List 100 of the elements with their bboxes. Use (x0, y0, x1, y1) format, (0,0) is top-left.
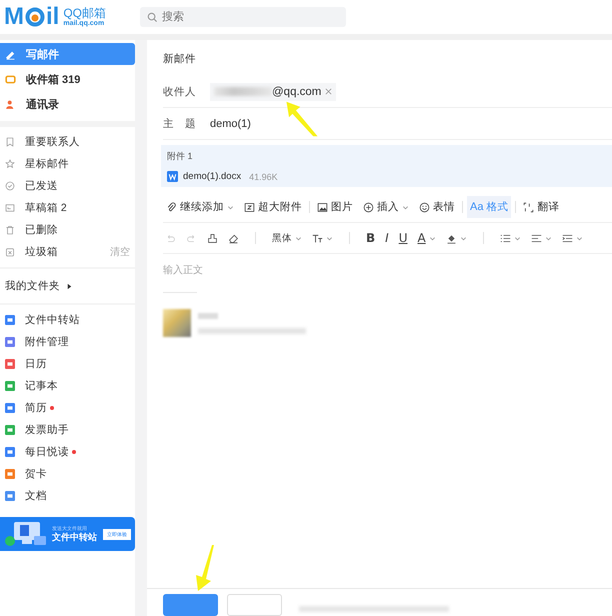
star-icon (5, 159, 15, 169)
toolbar-button[interactable]: 翻译 (520, 196, 562, 218)
unread-dot (72, 450, 76, 454)
caret-icon (460, 234, 467, 242)
redo-icon (186, 232, 197, 244)
undo-icon (165, 232, 176, 244)
attachment-size: 41.96K (249, 172, 278, 182)
app-item[interactable]: 每日悦读 (0, 441, 135, 463)
logo-name: QQ邮箱 (63, 7, 106, 20)
annotation-arrow (284, 100, 320, 138)
attachment-name[interactable]: demo(1).docx (183, 171, 242, 182)
search-icon (147, 12, 158, 23)
app-label: 日历 (25, 357, 47, 371)
font-size-icon (312, 232, 323, 244)
plus-circle-icon (363, 202, 374, 212)
paint-bucket-icon (446, 232, 457, 244)
folder-label: 已删除 (25, 223, 58, 237)
sidebar-item[interactable]: 通讯录 (0, 93, 135, 115)
app-label: 简历 (25, 401, 47, 415)
app-item[interactable]: 记事本 (0, 375, 135, 397)
caret-icon (295, 234, 302, 242)
search-field[interactable]: 搜索 (140, 7, 346, 27)
folder-label: 星标邮件 (25, 157, 69, 171)
stamp-icon (207, 232, 218, 244)
toolbar-button[interactable]: 表情 (416, 196, 458, 218)
caret-icon (402, 204, 409, 210)
font-dropdown[interactable]: 黑体 (270, 230, 304, 246)
bin-icon (5, 247, 15, 257)
folder-item[interactable]: 已删除 (0, 219, 135, 241)
inbox-icon (5, 74, 16, 84)
folder-item[interactable]: 垃圾箱 清空 (0, 241, 135, 263)
folder-item[interactable]: 已发送 (0, 175, 135, 197)
toolbar-button[interactable]: 插入 (360, 196, 412, 218)
recipient-label: 收件人 (163, 84, 196, 98)
caret-icon (326, 234, 333, 242)
caret-icon (544, 234, 552, 242)
list-icon (500, 232, 511, 244)
subject-field[interactable]: demo(1) (210, 118, 251, 130)
app-item[interactable]: 文档 (0, 485, 135, 507)
toolbar-button[interactable]: 图片 (314, 196, 356, 218)
smiley-icon (419, 202, 430, 212)
indent-icon (562, 232, 573, 244)
file-box-icon (244, 202, 255, 212)
logo-letter: M (4, 5, 24, 29)
caret-icon (227, 204, 234, 210)
bookmark-icon (5, 137, 15, 147)
caret-icon (576, 234, 583, 242)
folder-label: 草稿箱 2 (25, 201, 67, 215)
folder-label: 重要联系人 (25, 135, 80, 149)
annotation-arrow (194, 543, 216, 593)
draft-icon (5, 203, 15, 213)
check-circle-icon (5, 181, 15, 191)
logo-ring-icon (25, 7, 45, 27)
toolbar-button[interactable]: 超大附件 (241, 196, 305, 218)
blurred-avatar (163, 309, 191, 337)
toolbar-button[interactable]: 继续添加 (163, 196, 237, 218)
banner-title: 文件中转站 (52, 532, 97, 542)
app-item[interactable]: 简历 (0, 397, 135, 419)
folder-item[interactable]: 草稿箱 2 (0, 197, 135, 219)
app-label: 文档 (25, 489, 47, 503)
folder-item[interactable]: 重要联系人 (0, 131, 135, 153)
sidebar-item[interactable]: 收件箱 319 (0, 68, 135, 90)
app-item[interactable]: 附件管理 (0, 331, 135, 353)
caret-icon (428, 234, 436, 242)
app-item[interactable]: 发票助手 (0, 419, 135, 441)
italic-button[interactable]: I (383, 229, 391, 247)
word-document-icon (167, 171, 178, 182)
folder-label: 垃圾箱 (25, 245, 58, 259)
underline-button[interactable]: U (396, 229, 410, 247)
person-icon (5, 98, 16, 110)
app-label: 每日悦读 (25, 445, 69, 459)
recipient-chip[interactable]: @qq.com (210, 82, 336, 100)
align-icon (530, 232, 542, 244)
folder-label: 已发送 (25, 179, 58, 193)
app-item[interactable]: 日历 (0, 353, 135, 375)
app-label: 附件管理 (25, 335, 69, 349)
app-label: 发票助手 (25, 423, 69, 437)
blurred-text (214, 87, 272, 96)
app-label: 贺卡 (25, 467, 47, 481)
app-item[interactable]: 贺卡 (0, 463, 135, 485)
blurred-text (198, 312, 218, 318)
compose-title: 新邮件 (163, 52, 197, 67)
my-folders-toggle[interactable]: 我的文件夹 (0, 269, 135, 303)
bold-button[interactable]: B (364, 229, 378, 247)
font-color-button[interactable]: A (416, 229, 438, 247)
paperclip-icon (166, 202, 177, 212)
trash-icon (5, 225, 15, 235)
app-item[interactable]: 文件中转站 (0, 309, 135, 331)
image-icon (317, 202, 328, 212)
unread-dot (50, 406, 54, 410)
subject-label: 主 题 (163, 116, 196, 130)
close-icon[interactable] (325, 88, 332, 95)
attachment-count: 附件 1 (167, 150, 194, 163)
folder-item[interactable]: 星标邮件 (0, 153, 135, 175)
app-label: 文件中转站 (25, 313, 80, 327)
app-label: 记事本 (25, 379, 58, 393)
logo-letter: il (46, 5, 60, 29)
caret-icon (514, 234, 521, 242)
eraser-icon (228, 232, 239, 244)
computer-drawing (4, 520, 48, 548)
